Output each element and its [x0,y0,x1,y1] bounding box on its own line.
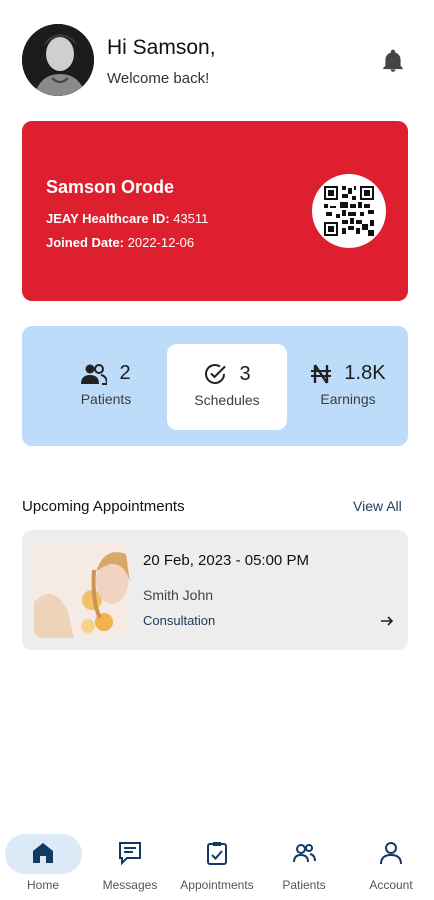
healthcare-id-value: 43511 [173,211,209,226]
appointment-card[interactable]: 20 Feb, 2023 - 05:00 PM Smith John Consu… [22,530,408,650]
joined-date: Joined Date: 2022-12-06 [46,235,194,250]
nav-account-label: Account [369,878,413,892]
arrow-right-icon[interactable] [379,613,395,629]
nav-messages[interactable]: Messages [87,828,173,900]
nav-appointments-label: Appointments [180,878,254,892]
nav-appointments[interactable]: Appointments [174,828,260,900]
stat-patients[interactable]: 2 Patients [46,344,166,430]
joined-date-label: Joined Date: [46,235,125,250]
welcome-text: Welcome back! [107,70,210,87]
avatar-photo [22,24,94,96]
stat-schedules-value: 3 [239,362,251,385]
card-name: Samson Orode [46,177,175,197]
healthcare-id: JEAY Healthcare ID: 43511 [46,211,208,226]
id-card[interactable]: Samson Orode JEAY Healthcare ID: 43511 J… [22,121,408,301]
healthcare-id-label: JEAY Healthcare ID: [46,211,170,226]
nav-messages-label: Messages [102,878,158,892]
qr-code-icon [324,186,374,236]
nav-patients[interactable]: Patients [261,828,347,900]
stat-schedules[interactable]: 3 Schedules [167,344,287,430]
stats-panel: 2 Patients 3 Schedules 1.8K Earnings [22,326,408,446]
nav-home[interactable]: Home [0,828,86,900]
greeting-text: Hi Samson, [107,36,216,59]
patients-icon [293,844,316,863]
home-screen: Hi Samson, Welcome back! Samson Orode JE… [0,0,434,900]
upcoming-title: Upcoming Appointments [22,498,185,515]
nav-account[interactable]: Account [348,828,434,900]
people-icon [81,363,108,385]
appointment-datetime: 20 Feb, 2023 - 05:00 PM [143,552,309,569]
stat-earnings-value: 1.8K [344,362,386,384]
naira-icon [311,363,332,384]
appointment-image [34,542,130,638]
messages-icon [119,842,141,866]
stat-schedules-label: Schedules [194,392,260,408]
bottom-nav: Home Messages Appointments Patients Acco… [0,828,434,900]
appointment-type: Consultation [143,613,216,628]
appointment-patient: Smith John [143,587,214,603]
check-circle-icon [205,364,227,384]
nav-home-label: Home [26,878,59,892]
view-all-link[interactable]: View All [353,498,402,514]
stat-earnings[interactable]: 1.8K Earnings [288,344,408,430]
home-icon [33,843,53,863]
stat-earnings-label: Earnings [320,391,376,407]
joined-date-value: 2022-12-06 [127,235,195,250]
appointments-icon [207,842,227,865]
stat-patients-value: 2 [119,362,131,384]
account-icon [380,842,402,865]
avatar[interactable] [22,24,94,96]
qr-code-button[interactable] [312,174,386,248]
bell-icon[interactable] [380,48,406,74]
nav-patients-label: Patients [282,878,326,892]
stat-patients-label: Patients [80,391,132,407]
